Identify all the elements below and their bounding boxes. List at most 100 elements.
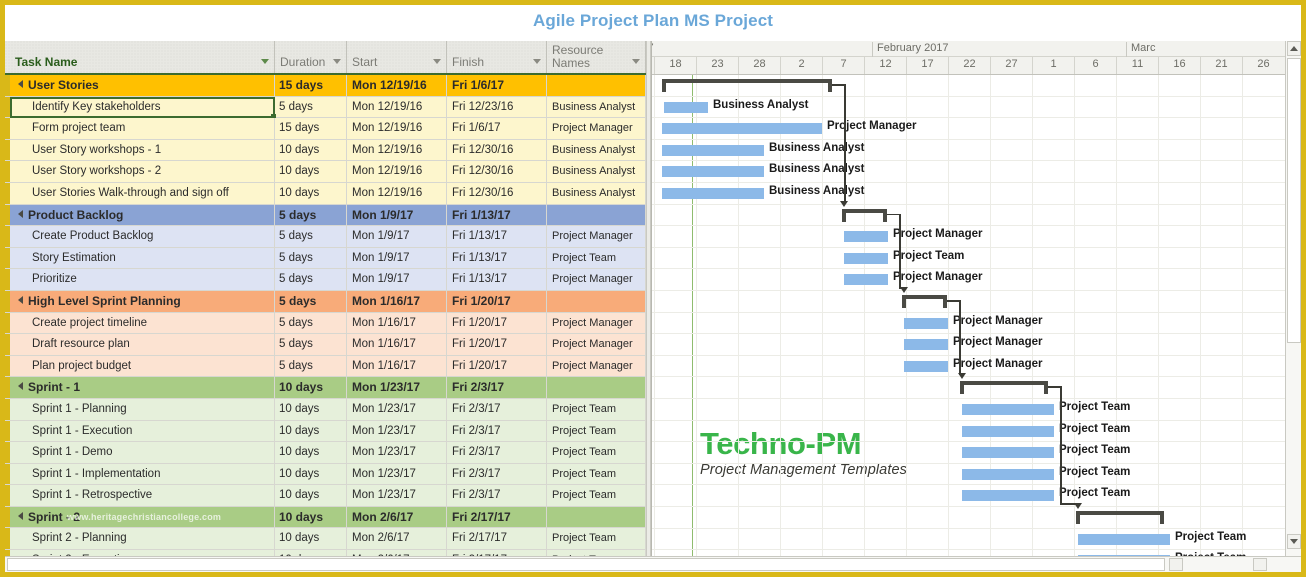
cell-start[interactable]: Mon 1/23/17 <box>347 399 447 420</box>
cell-name[interactable]: Create Product Backlog <box>10 226 275 247</box>
cell-res[interactable]: Project Team <box>547 248 646 269</box>
cell-finish[interactable]: Fri 2/3/17 <box>447 485 547 506</box>
cell-dur[interactable]: 5 days <box>275 313 347 334</box>
cell-dur[interactable]: 10 days <box>275 485 347 506</box>
cell-res[interactable]: Business Analyst <box>547 161 646 182</box>
task-bar[interactable] <box>962 447 1054 458</box>
cell-res[interactable]: Project Team <box>547 421 646 442</box>
cell-name[interactable]: Sprint 2 - Planning <box>10 528 275 549</box>
vertical-scrollbar[interactable] <box>1285 41 1301 566</box>
cell-finish[interactable]: Fri 1/13/17 <box>447 269 547 290</box>
gantt-row[interactable]: Project Team <box>652 485 1285 507</box>
table-row[interactable]: User Stories Walk-through and sign off10… <box>5 183 646 205</box>
collapse-triangle-icon[interactable] <box>18 80 23 88</box>
cell-dur[interactable]: 10 days <box>275 377 347 398</box>
cell-res[interactable] <box>547 75 646 96</box>
cell-dur[interactable]: 10 days <box>275 464 347 485</box>
cell-name[interactable]: Sprint 1 - Execution <box>10 421 275 442</box>
cell-start[interactable]: Mon 2/6/17 <box>347 528 447 549</box>
cell-start[interactable]: Mon 2/6/17 <box>347 507 447 528</box>
gantt-row[interactable]: Project Manager <box>652 356 1285 378</box>
cell-name[interactable]: Sprint 1 - Planning <box>10 399 275 420</box>
table-row[interactable]: Create Product Backlog5 daysMon 1/9/17Fr… <box>5 226 646 248</box>
column-header-dur[interactable]: Duration <box>275 41 347 73</box>
gantt-row[interactable] <box>652 377 1285 399</box>
task-bar[interactable] <box>1078 534 1170 545</box>
collapse-triangle-icon[interactable] <box>18 382 23 390</box>
cell-dur[interactable]: 10 days <box>275 507 347 528</box>
table-row[interactable]: Sprint 1 - Demo10 daysMon 1/23/17Fri 2/3… <box>5 442 646 464</box>
cell-dur[interactable]: 10 days <box>275 183 347 204</box>
scroll-up-button[interactable] <box>1287 41 1301 56</box>
cell-finish[interactable]: Fri 12/30/16 <box>447 183 547 204</box>
column-header-start[interactable]: Start <box>347 41 447 73</box>
cell-finish[interactable]: Fri 2/3/17 <box>447 421 547 442</box>
cell-name[interactable]: User Story workshops - 1 <box>10 140 275 161</box>
table-row[interactable]: Story Estimation5 daysMon 1/9/17Fri 1/13… <box>5 248 646 270</box>
cell-res[interactable]: Project Team <box>547 399 646 420</box>
cell-finish[interactable]: Fri 1/6/17 <box>447 75 547 96</box>
filter-caret-icon[interactable] <box>261 59 269 64</box>
cell-finish[interactable]: Fri 1/6/17 <box>447 118 547 139</box>
cell-finish[interactable]: Fri 1/13/17 <box>447 205 547 226</box>
table-row[interactable]: Plan project budget5 daysMon 1/16/17Fri … <box>5 356 646 378</box>
cell-dur[interactable]: 5 days <box>275 205 347 226</box>
summary-row[interactable]: Sprint - 110 daysMon 1/23/17Fri 2/3/17 <box>5 377 646 399</box>
collapse-triangle-icon[interactable] <box>18 296 23 304</box>
gantt-row[interactable]: Project Manager <box>652 226 1285 248</box>
cell-res[interactable]: Project Manager <box>547 269 646 290</box>
task-bar[interactable] <box>904 361 948 372</box>
cell-finish[interactable]: Fri 1/20/17 <box>447 334 547 355</box>
cell-dur[interactable]: 10 days <box>275 442 347 463</box>
scroll-down-button[interactable] <box>1287 534 1301 549</box>
cell-start[interactable]: Mon 1/16/17 <box>347 313 447 334</box>
task-bar[interactable] <box>844 274 888 285</box>
gantt-row[interactable]: Project Team <box>652 442 1285 464</box>
table-row[interactable]: Sprint 1 - Implementation10 daysMon 1/23… <box>5 464 646 486</box>
cell-finish[interactable]: Fri 2/17/17 <box>447 507 547 528</box>
table-row[interactable]: Sprint 1 - Execution10 daysMon 1/23/17Fr… <box>5 421 646 443</box>
gantt-row[interactable]: Project Manager <box>652 313 1285 335</box>
cell-dur[interactable]: 10 days <box>275 421 347 442</box>
cell-start[interactable]: Mon 1/23/17 <box>347 442 447 463</box>
summary-bar[interactable] <box>960 381 1048 390</box>
cell-dur[interactable]: 5 days <box>275 356 347 377</box>
cell-start[interactable]: Mon 1/9/17 <box>347 248 447 269</box>
cell-finish[interactable]: Fri 12/30/16 <box>447 161 547 182</box>
task-bar[interactable] <box>662 145 764 156</box>
cell-res[interactable]: Business Analyst <box>547 97 646 118</box>
cell-finish[interactable]: Fri 12/30/16 <box>447 140 547 161</box>
task-bar[interactable] <box>844 231 888 242</box>
cell-res[interactable]: Business Analyst <box>547 183 646 204</box>
table-row[interactable]: User Story workshops - 110 daysMon 12/19… <box>5 140 646 162</box>
cell-name[interactable]: Sprint - 2 <box>10 507 275 528</box>
cell-name[interactable]: Story Estimation <box>10 248 275 269</box>
cell-finish[interactable]: Fri 2/17/17 <box>447 528 547 549</box>
summary-bar[interactable] <box>842 209 887 218</box>
task-bar[interactable] <box>904 318 948 329</box>
cell-res[interactable]: Project Manager <box>547 313 646 334</box>
cell-dur[interactable]: 10 days <box>275 528 347 549</box>
gantt-row[interactable]: Project Team <box>652 421 1285 443</box>
cell-name[interactable]: Sprint 1 - Demo <box>10 442 275 463</box>
cell-dur[interactable]: 10 days <box>275 161 347 182</box>
cell-start[interactable]: Mon 12/19/16 <box>347 75 447 96</box>
cell-res[interactable]: Project Manager <box>547 118 646 139</box>
cell-finish[interactable]: Fri 1/20/17 <box>447 291 547 312</box>
task-bar[interactable] <box>962 490 1054 501</box>
task-bar[interactable] <box>962 469 1054 480</box>
cell-dur[interactable]: 15 days <box>275 118 347 139</box>
cell-dur[interactable]: 5 days <box>275 334 347 355</box>
summary-bar[interactable] <box>1076 511 1164 520</box>
scroll-right-button[interactable] <box>1169 558 1183 571</box>
horizontal-scrollbar[interactable] <box>5 556 1301 572</box>
summary-bar[interactable] <box>902 295 947 304</box>
cell-start[interactable]: Mon 1/16/17 <box>347 334 447 355</box>
table-row[interactable]: Draft resource plan5 daysMon 1/16/17Fri … <box>5 334 646 356</box>
cell-start[interactable]: Mon 12/19/16 <box>347 161 447 182</box>
task-bar[interactable] <box>844 253 888 264</box>
cell-res[interactable]: Project Team <box>547 485 646 506</box>
collapse-triangle-icon[interactable] <box>18 512 23 520</box>
cell-name[interactable]: Draft resource plan <box>10 334 275 355</box>
cell-finish[interactable]: Fri 1/20/17 <box>447 356 547 377</box>
